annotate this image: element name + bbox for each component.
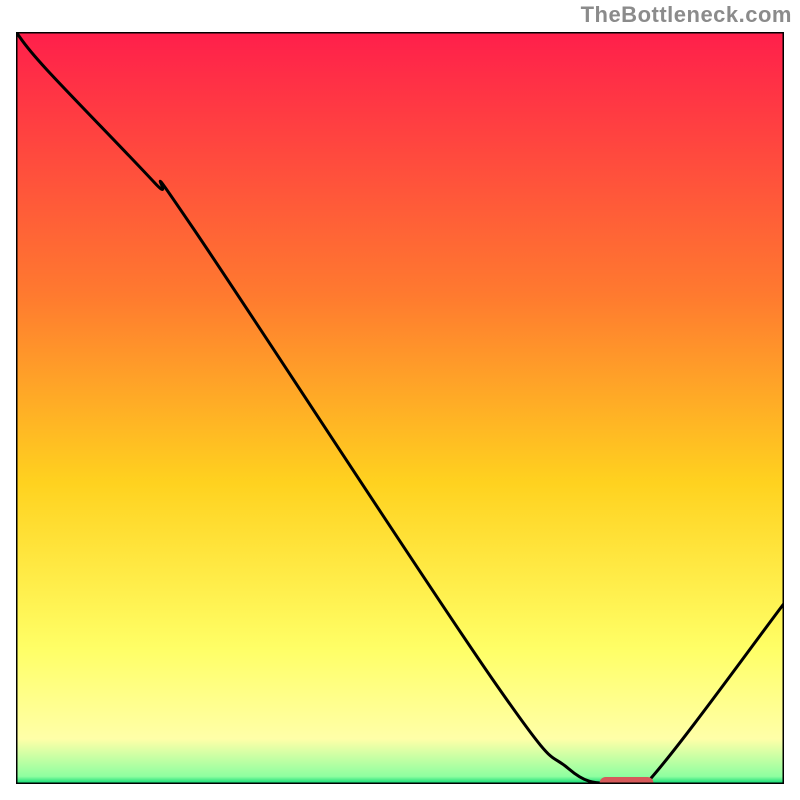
chart-frame: TheBottleneck.com xyxy=(0,0,800,800)
gradient-background xyxy=(16,32,784,784)
chart-svg xyxy=(16,32,784,784)
plot-area xyxy=(16,32,784,784)
attribution-label: TheBottleneck.com xyxy=(581,2,792,28)
